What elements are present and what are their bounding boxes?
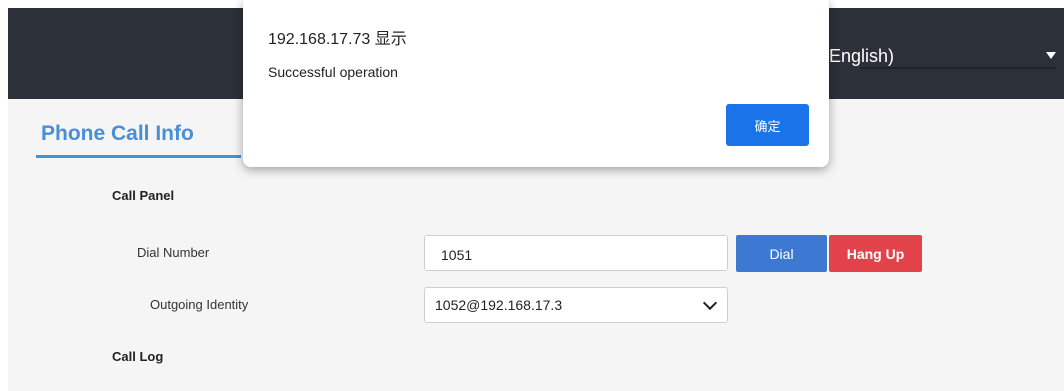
dialog-message: Successful operation [268, 64, 398, 80]
call-panel-title: Call Panel [112, 188, 175, 203]
dial-number-input[interactable]: 1051 [424, 235, 728, 271]
hang-up-button[interactable]: Hang Up [829, 235, 922, 272]
dialog-ok-button[interactable]: 确定 [726, 104, 809, 146]
tab-phone-call-info[interactable]: Phone Call Info [36, 118, 241, 158]
outgoing-identity-select[interactable]: 1052@192.168.17.3 [424, 287, 728, 323]
dial-button[interactable]: Dial [736, 235, 827, 272]
tab-active-indicator [36, 155, 241, 158]
outgoing-identity-value: 1052@192.168.17.3 [435, 297, 563, 313]
outgoing-identity-label: Outgoing Identity [150, 297, 249, 312]
chevron-down-icon [702, 295, 718, 311]
dial-number-value: 1051 [441, 247, 473, 263]
tab-label: Phone Call Info [41, 122, 194, 145]
language-select-underline [860, 67, 1056, 69]
alert-dialog: 192.168.17.73 显示 Successful operation 确定 [243, 0, 829, 167]
language-select[interactable]: sh (English) [795, 45, 1064, 67]
dial-number-label: Dial Number [137, 245, 210, 260]
dropdown-arrow-icon [1046, 52, 1056, 59]
call-log-title: Call Log [112, 349, 164, 364]
dialog-origin: 192.168.17.73 显示 [268, 31, 407, 48]
